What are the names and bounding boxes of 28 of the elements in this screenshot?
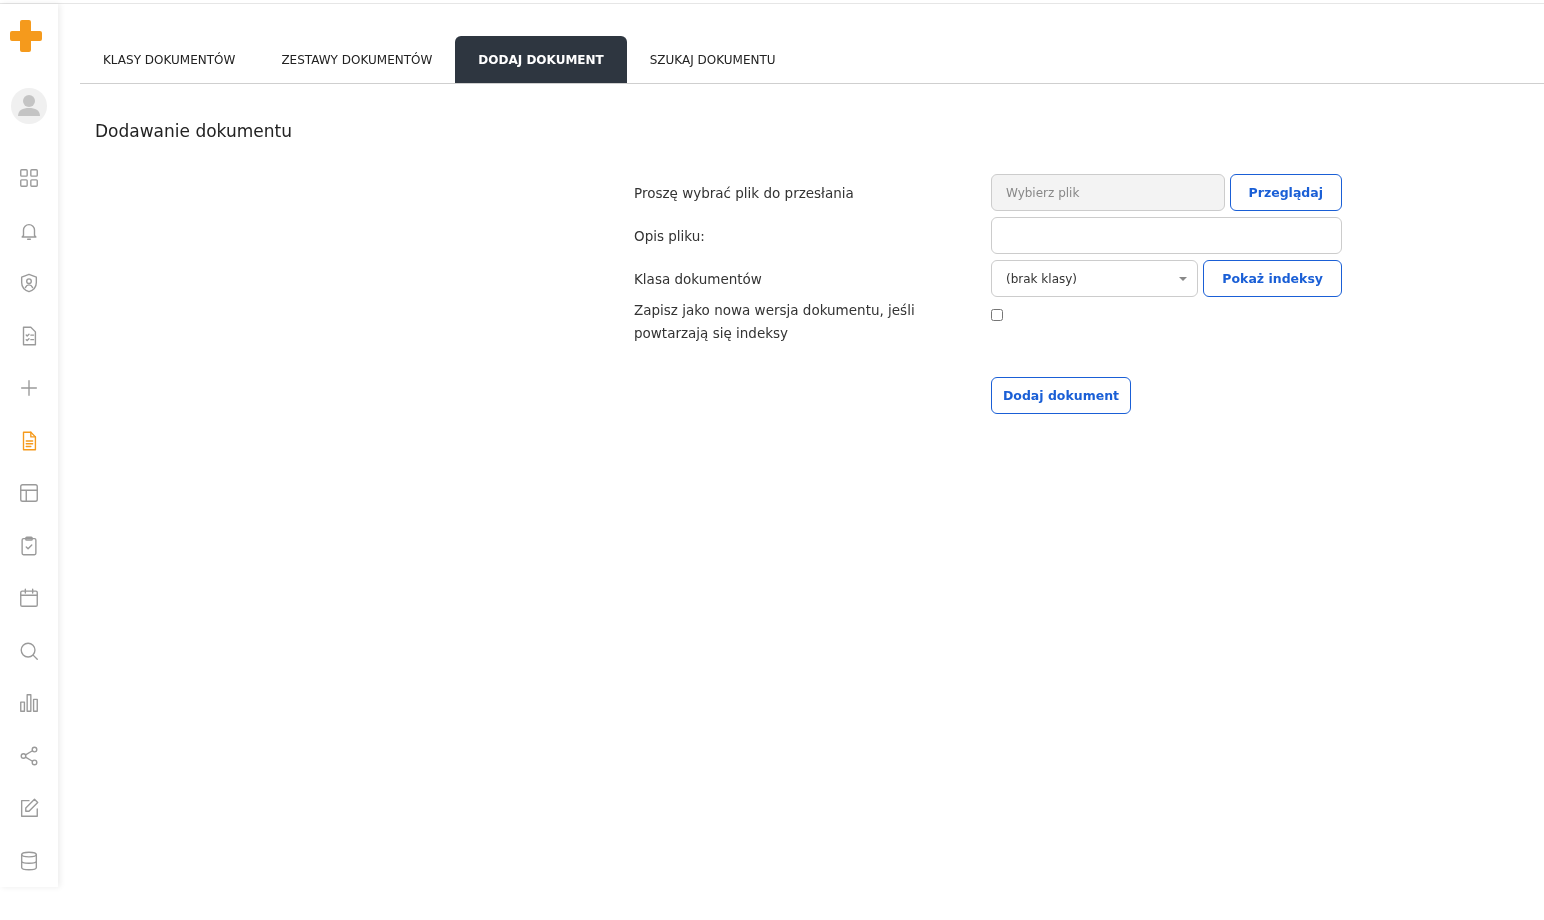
layout-icon[interactable] <box>18 482 40 504</box>
plus-icon[interactable] <box>18 377 40 399</box>
share-icon[interactable] <box>18 744 40 767</box>
page-title: Dodawanie dokumentu <box>95 121 293 141</box>
add-document-button[interactable]: Dodaj dokument <box>991 377 1131 414</box>
clipboard-check-icon[interactable] <box>18 534 40 557</box>
bar-chart-icon[interactable] <box>18 692 40 714</box>
show-indexes-button[interactable]: Pokaż indeksy <box>1203 260 1342 297</box>
field-label: Proszę wybrać plik do przesłania <box>634 184 855 201</box>
field-label: Klasa dokumentów <box>634 270 763 287</box>
shield-user-icon[interactable] <box>18 272 40 294</box>
description-field[interactable] <box>991 217 1342 254</box>
field-label: Opis pliku: <box>634 227 706 244</box>
calendar-icon[interactable] <box>18 587 40 609</box>
logo-icon <box>8 18 44 54</box>
tab[interactable]: KLASY DOKUMENTÓW <box>80 36 259 83</box>
edit-icon[interactable] <box>18 797 40 819</box>
database-icon[interactable] <box>18 849 40 872</box>
grid-icon[interactable] <box>18 167 40 189</box>
checkbox-label: Zapisz jako nowa wersja dokumentu, jeśli powtarzają się indeksy <box>634 301 916 343</box>
file-field[interactable]: Wybierz plik <box>991 174 1225 211</box>
tab[interactable]: DODAJ DOKUMENT <box>455 36 627 83</box>
avatar-icon[interactable] <box>11 88 47 124</box>
browse-button[interactable]: Przeglądaj <box>1229 174 1342 211</box>
new-version-checkbox[interactable] <box>991 309 1003 321</box>
tab[interactable]: ZESTAWY DOKUMENTÓW <box>258 36 456 83</box>
class-dropdown[interactable]: (brak klasy) <box>991 260 1199 297</box>
tab[interactable]: SZUKAJ DOKUMENTU <box>626 36 799 83</box>
